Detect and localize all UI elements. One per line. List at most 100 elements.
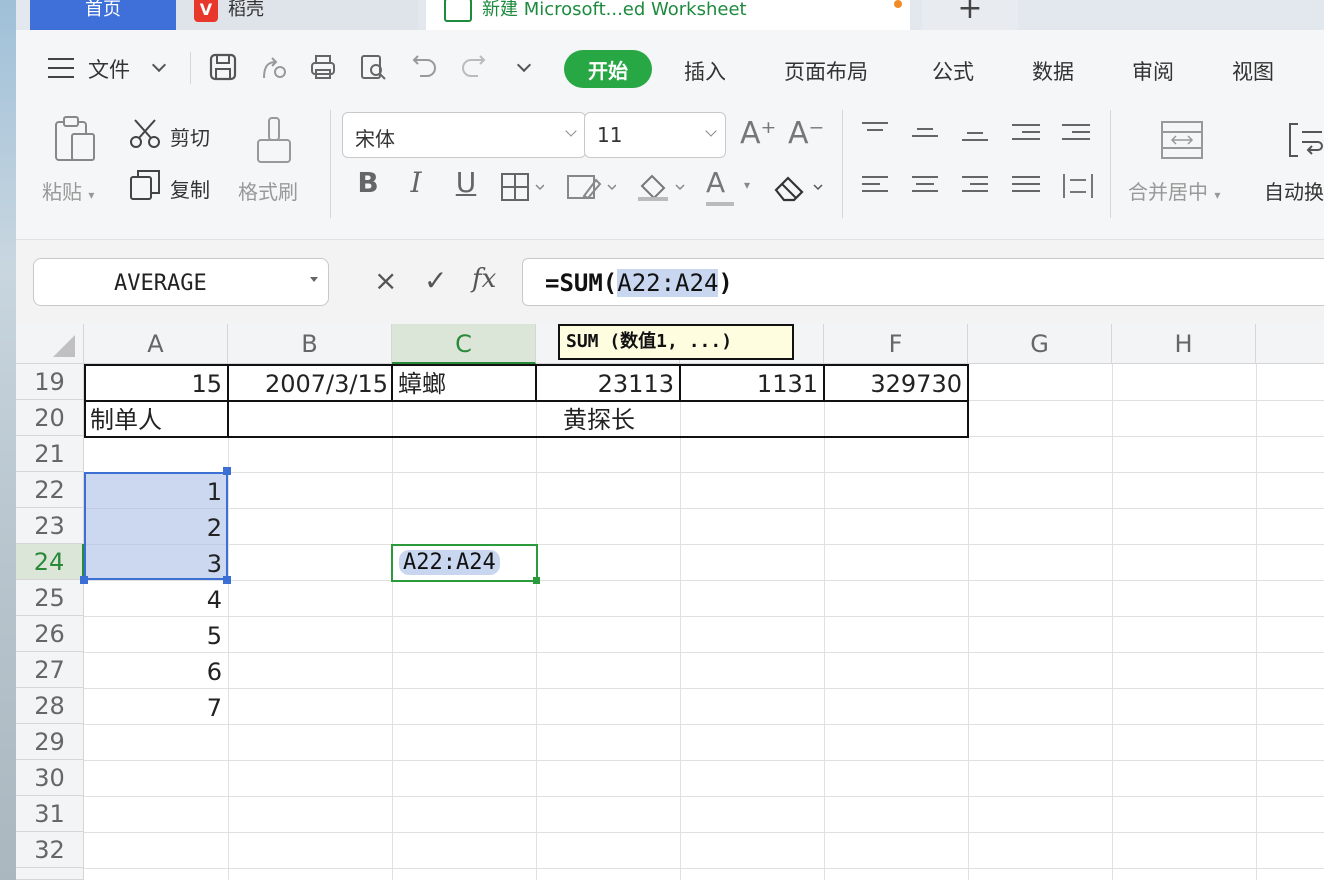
row-header-19[interactable]: 19: [16, 364, 84, 400]
row-header-23[interactable]: 23: [16, 508, 84, 544]
column-header-f[interactable]: F: [824, 324, 968, 364]
wrap-text-button[interactable]: 自动换: [1264, 176, 1324, 205]
cell-a19[interactable]: 15: [90, 366, 222, 402]
column-header-a[interactable]: A: [84, 324, 228, 364]
row-header-26[interactable]: 26: [16, 616, 84, 652]
paste-icon[interactable]: [52, 114, 98, 168]
borders-icon[interactable]: [500, 172, 545, 206]
align-bottom-icon[interactable]: [962, 132, 992, 154]
row-header-24[interactable]: 24: [16, 544, 84, 580]
row-header-29[interactable]: 29: [16, 724, 84, 760]
merge-center-icon[interactable]: [1160, 120, 1204, 164]
confirm-formula-button[interactable]: ✓: [424, 264, 447, 297]
align-top-icon[interactable]: [862, 122, 892, 144]
row-header-27[interactable]: 27: [16, 652, 84, 688]
column-header-b[interactable]: B: [228, 324, 392, 364]
column-header-i[interactable]: [1256, 324, 1324, 364]
tab-page-layout[interactable]: 页面布局: [784, 56, 868, 86]
cell-a22[interactable]: 1: [90, 474, 222, 510]
align-center-icon[interactable]: [912, 176, 942, 198]
row-header-32[interactable]: 32: [16, 832, 84, 868]
cell-f19[interactable]: 329730: [828, 366, 962, 402]
cell-e19[interactable]: 1131: [684, 366, 818, 402]
tab-home[interactable]: 首页: [30, 0, 176, 30]
cell-b19[interactable]: 2007/3/15: [232, 366, 388, 402]
selection-handle[interactable]: [223, 576, 231, 584]
cancel-formula-button[interactable]: ×: [374, 264, 397, 297]
cell-a24[interactable]: 3: [90, 546, 222, 582]
tab-daoke[interactable]: V 稻壳: [166, 0, 418, 30]
redo-icon[interactable]: [458, 52, 488, 82]
merge-center-button[interactable]: 合并居中 ▾: [1128, 176, 1220, 205]
fill-color-icon[interactable]: [636, 170, 686, 206]
cell-style-icon[interactable]: [566, 172, 617, 206]
grow-font-button[interactable]: A⁺: [740, 116, 776, 151]
cell-a25[interactable]: 4: [90, 582, 222, 618]
row-header-30[interactable]: 30: [16, 760, 84, 796]
underline-button[interactable]: U: [448, 166, 484, 199]
name-box[interactable]: AVERAGE: [33, 258, 329, 306]
row-header-20[interactable]: 20: [16, 400, 84, 436]
tab-start[interactable]: 开始: [564, 50, 652, 88]
cell-d19[interactable]: 23113: [540, 366, 674, 402]
new-tab-button[interactable]: +: [922, 0, 1018, 30]
select-all-corner[interactable]: [16, 324, 84, 364]
row-header-31[interactable]: 31: [16, 796, 84, 832]
formula-input[interactable]: =SUM(A22:A24): [522, 258, 1324, 306]
font-color-icon[interactable]: A ▾: [706, 166, 750, 206]
hamburger-menu-icon[interactable]: [48, 58, 74, 78]
tab-document[interactable]: 新建 Microsoft...ed Worksheet: [426, 0, 910, 30]
row-header-22[interactable]: 22: [16, 472, 84, 508]
distributed-align-icon[interactable]: [1062, 172, 1094, 204]
paste-button[interactable]: 粘贴 ▾: [42, 176, 94, 205]
decrease-indent-icon[interactable]: [1012, 124, 1042, 146]
font-name-select[interactable]: 宋体: [342, 112, 586, 158]
file-menu[interactable]: 文件: [88, 54, 130, 84]
save-icon[interactable]: [208, 52, 238, 82]
cell-a23[interactable]: 2: [90, 510, 222, 546]
justify-icon[interactable]: [1012, 176, 1042, 198]
italic-button[interactable]: I: [398, 166, 434, 199]
row-header-28[interactable]: 28: [16, 688, 84, 724]
format-painter-button[interactable]: 格式刷: [238, 176, 298, 205]
cell-a28[interactable]: 7: [90, 690, 222, 726]
font-size-select[interactable]: 11: [584, 112, 726, 158]
copy-button[interactable]: 复制: [170, 174, 210, 203]
undo-icon[interactable]: [410, 52, 440, 82]
row-header-33[interactable]: [16, 868, 84, 880]
bold-button[interactable]: B: [350, 166, 386, 199]
copy-icon[interactable]: [128, 168, 162, 206]
row-header-25[interactable]: 25: [16, 580, 84, 616]
cell-a27[interactable]: 6: [90, 654, 222, 690]
tab-formulas[interactable]: 公式: [932, 56, 974, 86]
cut-button[interactable]: 剪切: [170, 122, 210, 151]
insert-function-button[interactable]: fx: [472, 264, 496, 294]
tab-view[interactable]: 视图: [1232, 56, 1274, 86]
align-right-icon[interactable]: [962, 176, 992, 198]
format-painter-icon[interactable]: [254, 114, 294, 170]
scissors-icon[interactable]: [128, 116, 162, 154]
cell-a26[interactable]: 5: [90, 618, 222, 654]
fill-handle[interactable]: [533, 577, 540, 584]
align-middle-icon[interactable]: [912, 128, 942, 150]
column-header-g[interactable]: G: [968, 324, 1112, 364]
selection-handle[interactable]: [223, 467, 231, 475]
tab-insert[interactable]: 插入: [684, 56, 726, 86]
column-header-h[interactable]: H: [1112, 324, 1256, 364]
print-preview-icon[interactable]: [358, 52, 388, 82]
print-icon[interactable]: [308, 52, 338, 82]
tab-review[interactable]: 审阅: [1132, 56, 1174, 86]
cell-c19[interactable]: 蟑螂: [398, 366, 532, 402]
align-left-icon[interactable]: [862, 176, 892, 198]
shrink-font-button[interactable]: A⁻: [788, 116, 824, 151]
active-cell-c24[interactable]: A22:A24: [391, 544, 540, 584]
cell-a20[interactable]: 制单人: [90, 402, 224, 438]
clear-format-icon[interactable]: [772, 172, 826, 206]
cell-b20-merged[interactable]: 黄探长: [230, 402, 968, 438]
selection-handle[interactable]: [80, 576, 88, 584]
column-header-c[interactable]: C: [392, 324, 536, 364]
tab-data[interactable]: 数据: [1032, 56, 1074, 86]
export-pdf-icon[interactable]: [258, 52, 288, 82]
wrap-text-icon[interactable]: [1288, 120, 1324, 164]
row-header-21[interactable]: 21: [16, 436, 84, 472]
